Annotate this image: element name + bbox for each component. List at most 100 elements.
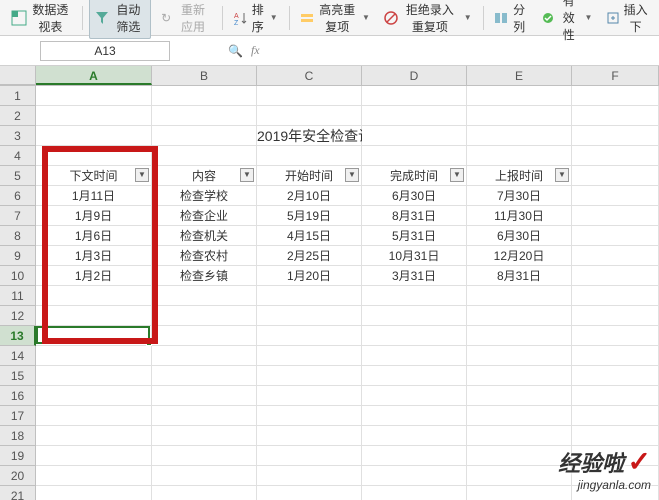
cell[interactable]	[36, 466, 152, 486]
cell[interactable]	[152, 106, 257, 126]
cell[interactable]	[36, 146, 152, 166]
col-header-E[interactable]: E	[467, 66, 572, 85]
cell[interactable]	[36, 86, 152, 106]
cell[interactable]: 1月6日	[36, 226, 152, 246]
cell[interactable]	[467, 86, 572, 106]
filter-dropdown-button[interactable]: ▼	[135, 168, 149, 182]
row-header[interactable]: 20	[0, 466, 36, 486]
cell[interactable]	[572, 186, 659, 206]
sort-button[interactable]: AZ 排序▼	[229, 0, 283, 38]
row-header[interactable]: 7	[0, 206, 36, 226]
cell[interactable]	[467, 106, 572, 126]
cell[interactable]	[572, 426, 659, 446]
cell[interactable]	[572, 206, 659, 226]
cell[interactable]	[362, 286, 467, 306]
cell[interactable]	[257, 406, 362, 426]
cell[interactable]	[362, 86, 467, 106]
cell[interactable]	[467, 346, 572, 366]
reapply-button[interactable]: ↻ 重新应用	[155, 0, 216, 38]
cell[interactable]: 完成时间▼	[362, 166, 467, 186]
cell[interactable]	[467, 146, 572, 166]
cell[interactable]: 12月20日	[467, 246, 572, 266]
cell[interactable]	[467, 406, 572, 426]
cell[interactable]	[257, 286, 362, 306]
cell[interactable]	[36, 426, 152, 446]
row-header[interactable]: 2	[0, 106, 36, 126]
highlight-dup-button[interactable]: 高亮重复项▼	[295, 0, 375, 38]
cell[interactable]	[257, 326, 362, 346]
cell[interactable]	[36, 346, 152, 366]
cell[interactable]	[152, 286, 257, 306]
select-all-corner[interactable]	[0, 66, 36, 85]
cell[interactable]	[362, 426, 467, 446]
cell[interactable]	[36, 126, 152, 146]
cell[interactable]	[467, 286, 572, 306]
row-header[interactable]: 19	[0, 446, 36, 466]
cell[interactable]	[257, 446, 362, 466]
cell[interactable]	[152, 346, 257, 366]
row-header[interactable]: 13	[0, 326, 36, 346]
fx-icon[interactable]: fx	[251, 43, 260, 58]
cell[interactable]	[572, 86, 659, 106]
cell[interactable]	[257, 426, 362, 446]
cell[interactable]: 2019年安全检查计划	[257, 126, 362, 146]
row-header[interactable]: 17	[0, 406, 36, 426]
validity-button[interactable]: 有效性▼	[536, 0, 597, 46]
cell[interactable]	[362, 326, 467, 346]
cell[interactable]	[36, 386, 152, 406]
insert-dropdown-button[interactable]: 插入下	[601, 0, 653, 38]
cell[interactable]: 7月30日	[467, 186, 572, 206]
cell[interactable]	[572, 146, 659, 166]
cell[interactable]	[36, 326, 152, 346]
cell[interactable]	[152, 306, 257, 326]
row-header[interactable]: 15	[0, 366, 36, 386]
cell[interactable]	[36, 286, 152, 306]
col-header-C[interactable]: C	[257, 66, 362, 85]
cell[interactable]	[362, 386, 467, 406]
cell[interactable]	[467, 126, 572, 146]
cell[interactable]	[152, 366, 257, 386]
row-header[interactable]: 8	[0, 226, 36, 246]
row-header[interactable]: 10	[0, 266, 36, 286]
reject-dup-button[interactable]: 拒绝录入重复项▼	[379, 0, 477, 38]
cell[interactable]: 1月11日	[36, 186, 152, 206]
cell[interactable]: 检查乡镇	[152, 266, 257, 286]
cell[interactable]: 检查企业	[152, 206, 257, 226]
cell[interactable]: 内容▼	[152, 166, 257, 186]
cell[interactable]	[362, 466, 467, 486]
cell[interactable]	[257, 86, 362, 106]
filter-dropdown-button[interactable]: ▼	[240, 168, 254, 182]
cell[interactable]	[257, 106, 362, 126]
cell[interactable]	[152, 406, 257, 426]
row-header[interactable]: 1	[0, 86, 36, 106]
cell[interactable]: 开始时间▼	[257, 166, 362, 186]
row-header[interactable]: 6	[0, 186, 36, 206]
cell[interactable]	[257, 386, 362, 406]
cell[interactable]	[257, 146, 362, 166]
cell[interactable]: 检查学校	[152, 186, 257, 206]
cell[interactable]	[36, 306, 152, 326]
cell[interactable]: 6月30日	[362, 186, 467, 206]
filter-dropdown-button[interactable]: ▼	[555, 168, 569, 182]
cell[interactable]	[257, 486, 362, 500]
cell[interactable]: 6月30日	[467, 226, 572, 246]
cell[interactable]: 8月31日	[467, 266, 572, 286]
row-header[interactable]: 16	[0, 386, 36, 406]
cell[interactable]	[572, 226, 659, 246]
row-header[interactable]: 4	[0, 146, 36, 166]
cell[interactable]	[467, 326, 572, 346]
search-icon[interactable]: 🔍	[228, 44, 243, 58]
row-header[interactable]: 14	[0, 346, 36, 366]
cell[interactable]	[152, 386, 257, 406]
cell[interactable]: 上报时间▼	[467, 166, 572, 186]
cell[interactable]	[572, 286, 659, 306]
cell[interactable]	[362, 106, 467, 126]
cell[interactable]	[572, 266, 659, 286]
cell[interactable]	[467, 366, 572, 386]
cell[interactable]: 1月9日	[36, 206, 152, 226]
cell[interactable]	[362, 366, 467, 386]
cell[interactable]	[152, 146, 257, 166]
cell[interactable]	[36, 106, 152, 126]
cell[interactable]	[362, 446, 467, 466]
cell[interactable]	[257, 346, 362, 366]
